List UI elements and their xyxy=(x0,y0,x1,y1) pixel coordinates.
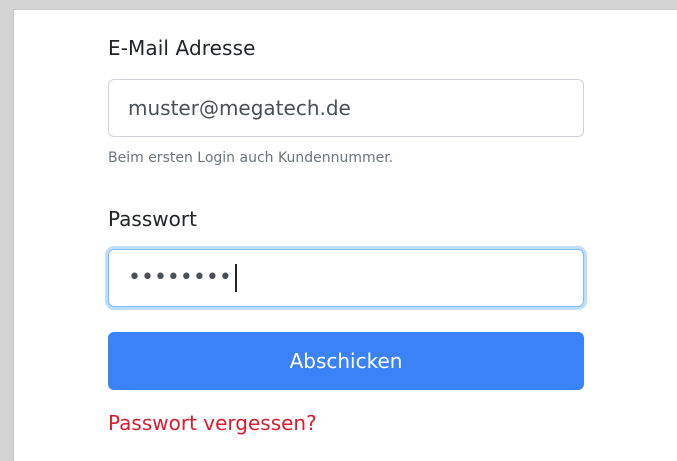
submit-button[interactable]: Abschicken xyxy=(108,332,584,390)
screen-background: E-Mail Adresse Beim ersten Login auch Ku… xyxy=(0,0,677,461)
password-label: Passwort xyxy=(108,207,197,231)
password-masked-value: •••••••• xyxy=(128,265,232,290)
email-input[interactable] xyxy=(108,79,584,137)
password-input[interactable]: •••••••• xyxy=(108,249,584,307)
forgot-password-link[interactable]: Passwort vergessen? xyxy=(108,411,317,435)
email-label: E-Mail Adresse xyxy=(108,36,256,60)
email-help-text: Beim ersten Login auch Kundennummer. xyxy=(108,150,394,166)
text-cursor xyxy=(234,264,237,292)
login-form-panel: E-Mail Adresse Beim ersten Login auch Ku… xyxy=(13,9,677,461)
